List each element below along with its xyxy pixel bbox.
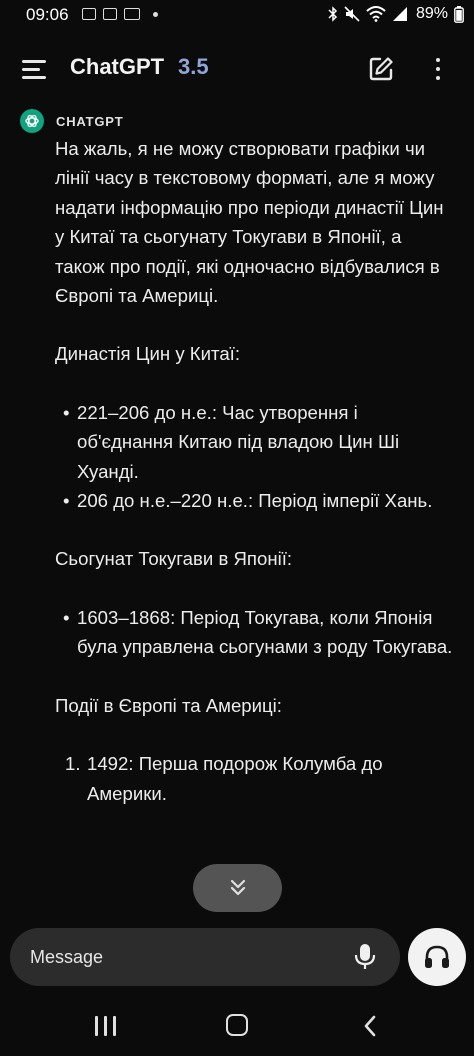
recents-icon[interactable] (95, 1016, 117, 1036)
model-version[interactable]: 3.5 (178, 54, 209, 80)
image-notification-icon (103, 8, 117, 20)
battery-icon (454, 5, 464, 23)
list-number: 1. (65, 753, 81, 775)
message-input[interactable] (30, 946, 330, 968)
list-item-text: 1492: Перша подорож Колумба до Америки. (87, 753, 383, 804)
qin-heading: Династія Цин у Китаї: (55, 343, 241, 365)
tokugawa-list: 1603–1868: Період Токугава, коли Японія … (55, 603, 455, 662)
list-item: 1603–1868: Період Токугава, коли Японія … (55, 603, 455, 662)
list-item: 206 до н.е.–220 н.е.: Період імперії Хан… (55, 486, 455, 516)
scroll-to-bottom-button[interactable] (193, 864, 282, 912)
more-options-icon[interactable] (432, 58, 444, 82)
keyboard-notification-icon (124, 8, 140, 20)
double-chevron-down-icon (230, 879, 245, 896)
new-chat-icon[interactable] (368, 56, 394, 82)
microphone-icon[interactable] (354, 943, 376, 971)
status-time: 09:06 (26, 5, 69, 24)
signal-icon (392, 7, 407, 21)
app-bar: ChatGPT 3.5 (0, 40, 474, 96)
menu-icon[interactable] (22, 60, 48, 80)
status-right: 89% (328, 5, 464, 23)
assistant-header: CHATGPT (20, 108, 123, 134)
events-list: 1. 1492: Перша подорож Колумба до Америк… (55, 749, 455, 808)
qin-list: 221–206 до н.е.: Час утворення і об'єдна… (55, 398, 455, 516)
voice-mode-button[interactable] (408, 928, 466, 986)
battery-percent: 89% (415, 5, 448, 22)
tokugawa-heading: Сьогунат Токугави в Японії: (55, 548, 293, 570)
mute-icon (344, 6, 360, 22)
status-bar: 09:06 89% (0, 0, 474, 32)
events-heading: Події в Європі та Америці: (55, 694, 282, 716)
app-title: ChatGPT (70, 54, 165, 79)
assistant-name: CHATGPT (56, 113, 124, 129)
notification-icons (82, 8, 158, 20)
gallery-notification-icon (82, 8, 96, 20)
wifi-icon (366, 6, 386, 22)
dot-icon (153, 11, 158, 17)
composer (10, 928, 400, 986)
headphones-icon (425, 945, 449, 968)
message-intro: На жаль, я не можу створювати графіки чи… (55, 138, 444, 307)
scroll-fade (0, 912, 474, 926)
system-nav-bar (0, 996, 474, 1056)
list-item: 1. 1492: Перша подорож Колумба до Америк… (55, 749, 455, 808)
home-icon[interactable] (226, 1014, 248, 1036)
bluetooth-icon (328, 6, 338, 22)
assistant-message: На жаль, я не можу створювати графіки чи… (55, 134, 455, 808)
chatgpt-logo-icon (20, 109, 44, 133)
back-icon[interactable] (362, 1014, 378, 1038)
list-item: 221–206 до н.е.: Час утворення і об'єдна… (55, 398, 455, 486)
